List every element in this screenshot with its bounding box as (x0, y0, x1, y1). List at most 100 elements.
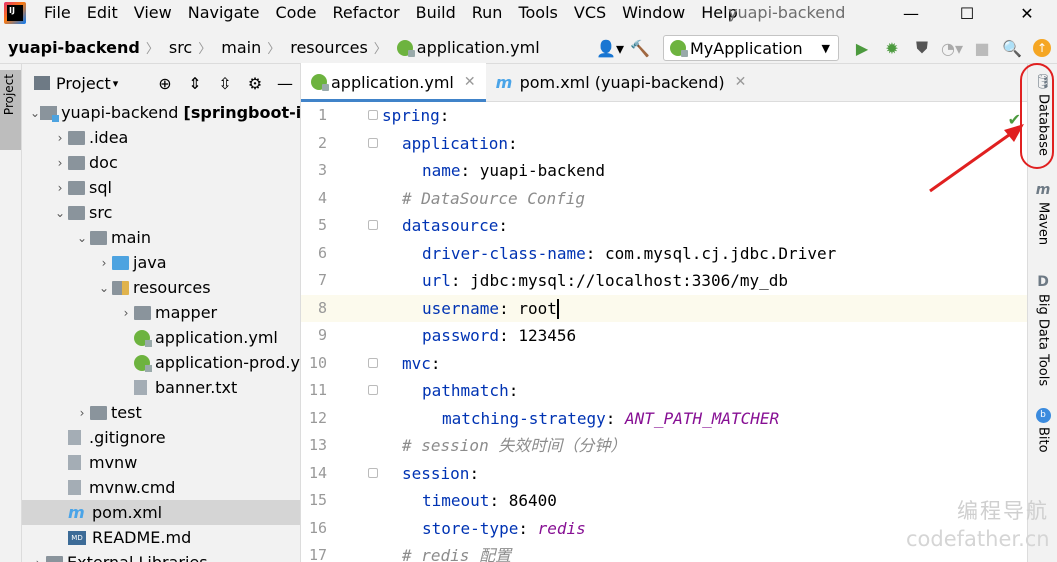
run-icon[interactable]: ▶ (847, 33, 877, 63)
folder-icon (90, 230, 107, 245)
tree-item[interactable]: › java (22, 250, 300, 275)
breadcrumb-file[interactable]: application.yml (389, 38, 544, 57)
breadcrumb-separator-icon: 〉 (145, 42, 159, 57)
expand-all-icon[interactable]: ⇕ (180, 68, 210, 98)
chevron-right-icon[interactable]: › (30, 556, 46, 562)
tree-item-label: application.yml (155, 328, 278, 347)
menu-code[interactable]: Code (268, 0, 325, 26)
tree-item[interactable]: ⌄ main (22, 225, 300, 250)
fold-marker-icon[interactable] (368, 357, 378, 368)
chevron-right-icon[interactable]: › (74, 406, 90, 420)
coverage-icon[interactable]: ⛊ (907, 33, 937, 63)
chevron-down-icon[interactable]: ⌄ (96, 281, 112, 295)
tree-item-label: test (111, 403, 142, 422)
tree-item[interactable]: .gitignore (22, 425, 300, 450)
chevron-down-icon[interactable]: ⌄ (52, 206, 68, 220)
gear-icon[interactable]: ⚙ (240, 68, 270, 98)
tree-item[interactable]: ⌄ resources (22, 275, 300, 300)
tree-item[interactable]: m pom.xml (22, 500, 300, 525)
code-editor[interactable]: ✔ 1 spring: 2 application: 3 name: yuapi-back… (301, 102, 1027, 562)
chevron-right-icon[interactable]: › (52, 181, 68, 195)
fold-marker-icon[interactable] (368, 385, 378, 395)
search-icon[interactable]: 🔍 (997, 33, 1027, 63)
yaml-separator: : (499, 326, 519, 345)
chevron-down-icon[interactable]: ▾ (113, 77, 119, 90)
chevron-down-icon: ▼ (821, 41, 830, 55)
chevron-down-icon[interactable]: ⌄ (30, 106, 40, 120)
locate-icon[interactable]: ⊕ (150, 68, 180, 98)
hide-panel-icon[interactable]: — (270, 68, 300, 98)
minimize-icon[interactable]: — (884, 0, 938, 26)
close-icon[interactable]: ✕ (735, 74, 747, 90)
menu-edit[interactable]: Edit (79, 0, 126, 26)
tree-item[interactable]: › mapper (22, 300, 300, 325)
big-data-tools-tab[interactable]: D Big Data Tools (1028, 274, 1057, 386)
close-icon[interactable]: ✕ (464, 74, 476, 90)
tree-item[interactable]: › .idea (22, 125, 300, 150)
user-account-icon[interactable]: 👤▾ (595, 33, 625, 63)
breadcrumb-src[interactable]: src (161, 38, 196, 57)
fold-marker-icon[interactable] (368, 220, 378, 230)
code-line: 12 matching-strategy: ANT_PATH_MATCHER (301, 405, 1027, 433)
close-window-icon[interactable]: ✕ (1000, 0, 1054, 26)
chevron-right-icon[interactable]: › (118, 306, 134, 320)
tree-item[interactable]: ⌄ src (22, 200, 300, 225)
chevron-down-icon[interactable]: ⌄ (74, 231, 90, 245)
breadcrumb-resources[interactable]: resources (282, 38, 372, 57)
profiler-icon[interactable]: ◔▾ (937, 33, 967, 63)
project-panel-header: Project ▾ ⊕ ⇕ ⇳ ⚙ — (22, 64, 300, 102)
menu-refactor[interactable]: Refactor (324, 0, 407, 26)
bito-tool-window-tab[interactable]: b Bito (1028, 408, 1057, 453)
run-configuration-select[interactable]: MyApplication ▼ (663, 35, 839, 61)
menu-vcs[interactable]: VCS (566, 0, 614, 26)
breadcrumb-project[interactable]: yuapi-backend (0, 38, 144, 57)
line-number: 1 (317, 106, 327, 124)
update-icon[interactable]: ↑ (1027, 33, 1057, 63)
tree-item[interactable]: banner.txt (22, 375, 300, 400)
line-number: 11 (308, 381, 327, 399)
tree-item[interactable]: › sql (22, 175, 300, 200)
chevron-right-icon[interactable]: › (96, 256, 112, 270)
project-tool-window-tab[interactable]: Project (0, 70, 21, 150)
tab-application-yml[interactable]: application.yml ✕ (301, 63, 486, 102)
build-hammer-icon[interactable]: 🔨 (625, 33, 655, 63)
tree-item-label: mvnw (89, 453, 138, 472)
resources-folder-icon (112, 280, 129, 295)
tab-pom-xml[interactable]: m pom.xml (yuapi-backend) ✕ (486, 63, 757, 101)
tree-item[interactable]: › doc (22, 150, 300, 175)
maven-tool-window-tab[interactable]: m Maven (1028, 182, 1057, 245)
tree-item-label: mvnw.cmd (89, 478, 176, 497)
maven-icon: m (495, 72, 513, 92)
tree-item[interactable]: application-prod.y (22, 350, 300, 375)
menu-tools[interactable]: Tools (510, 0, 565, 26)
code-line: 11 pathmatch: (301, 377, 1027, 405)
tree-item[interactable]: › External Libraries (22, 550, 300, 562)
project-panel-actions: ⊕ ⇕ ⇳ ⚙ — (150, 64, 300, 102)
tree-item[interactable]: › test (22, 400, 300, 425)
folder-icon (68, 205, 85, 220)
collapse-all-icon[interactable]: ⇳ (210, 68, 240, 98)
menu-navigate[interactable]: Navigate (180, 0, 268, 26)
menu-view[interactable]: View (126, 0, 180, 26)
breadcrumb-separator-icon: 〉 (198, 42, 212, 57)
fold-marker-icon[interactable] (368, 137, 378, 148)
menu-run[interactable]: Run (464, 0, 511, 26)
tree-item[interactable]: mvnw (22, 450, 300, 475)
debug-icon[interactable]: ✹ (877, 33, 907, 63)
chevron-right-icon[interactable]: › (52, 156, 68, 170)
menu-window[interactable]: Window (614, 0, 693, 26)
breadcrumb-main[interactable]: main (213, 38, 265, 57)
menu-file[interactable]: File (36, 0, 79, 26)
fold-marker-icon[interactable] (368, 467, 378, 478)
chevron-right-icon[interactable]: › (52, 131, 68, 145)
tree-item[interactable]: ⌄ yuapi-backend [springboot-ini (22, 100, 300, 125)
tree-item[interactable]: application.yml (22, 325, 300, 350)
tree-item[interactable]: mvnw.cmd (22, 475, 300, 500)
tree-item[interactable]: MD README.md (22, 525, 300, 550)
yaml-separator: : (605, 408, 626, 428)
project-panel-title[interactable]: Project (56, 74, 111, 93)
stop-icon[interactable]: ■ (967, 33, 997, 63)
fold-marker-icon[interactable] (368, 110, 378, 120)
maximize-icon[interactable]: ☐ (940, 0, 994, 26)
menu-build[interactable]: Build (408, 0, 464, 26)
